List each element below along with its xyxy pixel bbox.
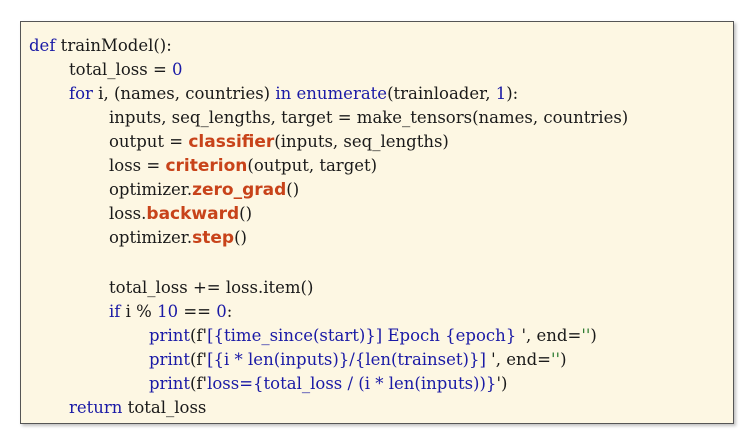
- code-panel: def trainModel(): total_loss = 0 for i, …: [20, 21, 734, 424]
- code-text: i %: [120, 302, 158, 321]
- code-text: loss =: [109, 156, 166, 175]
- fstring-content: [{time_since(start)}] Epoch {epoch}: [207, 326, 522, 345]
- code-text: ):: [506, 84, 519, 103]
- code-text: (inputs, seq_lengths): [274, 132, 449, 151]
- code-text: :: [226, 302, 233, 321]
- code-text: (f': [189, 326, 208, 345]
- highlight-classifier: classifier: [188, 132, 275, 152]
- code-text: ==: [178, 302, 217, 321]
- code-line-if: if i % 10 == 0:: [109, 300, 232, 324]
- builtin-print: print: [149, 350, 190, 369]
- number-literal: 0: [172, 60, 183, 79]
- code-text: (output, target): [247, 156, 378, 175]
- code-text: (trainloader,: [387, 84, 496, 103]
- function-signature: trainModel():: [55, 36, 172, 55]
- code-text: ', end=: [491, 350, 551, 369]
- code-line-print-epoch: print(f'[{time_since(start)}] Epoch {epo…: [149, 324, 597, 348]
- code-text: loss.: [109, 204, 147, 223]
- code-text: total_loss += loss.item(): [109, 278, 314, 297]
- code-line-loss: loss = criterion(output, target): [109, 154, 377, 178]
- fstring-content: [{i * len(inputs)}/{len(trainset)}]: [207, 350, 492, 369]
- code-line-print-progress: print(f'[{i * len(inputs)}/{len(trainset…: [149, 348, 567, 372]
- code-line-zero-grad: optimizer.zero_grad(): [109, 178, 299, 202]
- string-literal: '': [550, 350, 561, 369]
- code-text: ', end=: [521, 326, 582, 345]
- code-text: inputs, seq_lengths, target = make_tenso…: [109, 108, 629, 127]
- code-text: (): [239, 204, 253, 223]
- highlight-step: step: [192, 228, 235, 248]
- builtin-print: print: [149, 326, 190, 345]
- code-line-output: output = classifier(inputs, seq_lengths): [109, 130, 449, 154]
- code-text: ): [560, 350, 567, 369]
- number-literal: 0: [216, 302, 227, 321]
- code-line-def: def trainModel():: [29, 34, 172, 58]
- fstring-content: loss={total_loss / (i * len(inputs))}: [207, 374, 497, 393]
- keyword-return: return: [69, 398, 123, 417]
- builtin-enumerate: enumerate: [291, 84, 388, 103]
- code-line-for: for i, (names, countries) in enumerate(t…: [69, 82, 518, 106]
- code-line-total-loss-add: total_loss += loss.item(): [109, 276, 313, 300]
- code-line-step: optimizer.step(): [109, 226, 247, 250]
- code-line-total-loss-init: total_loss = 0: [69, 58, 183, 82]
- code-text: '): [496, 374, 508, 393]
- code-text: (f': [189, 350, 208, 369]
- code-text: optimizer.: [109, 228, 193, 247]
- code-line-return: return total_loss: [69, 396, 206, 420]
- code-text: (f': [189, 374, 208, 393]
- code-text: output =: [109, 132, 189, 151]
- code-line-make-tensors: inputs, seq_lengths, target = make_tenso…: [109, 106, 628, 130]
- highlight-zero-grad: zero_grad: [192, 180, 287, 200]
- highlight-backward: backward: [146, 204, 240, 224]
- code-text: total_loss: [122, 398, 207, 417]
- number-literal: 10: [157, 302, 179, 321]
- code-text: i, (names, countries): [92, 84, 276, 103]
- code-text: (): [234, 228, 247, 247]
- code-text: ): [590, 326, 597, 345]
- keyword-for: for: [69, 84, 93, 103]
- code-line-backward: loss.backward(): [109, 202, 252, 226]
- highlight-criterion: criterion: [165, 156, 248, 176]
- keyword-def: def: [29, 36, 56, 55]
- code-line-print-loss: print(f'loss={total_loss / (i * len(inpu…: [149, 372, 507, 396]
- code-text: optimizer.: [109, 180, 193, 199]
- number-literal: 1: [495, 84, 507, 103]
- code-text: (): [286, 180, 300, 199]
- builtin-print: print: [149, 374, 190, 393]
- keyword-if: if: [109, 302, 121, 321]
- keyword-in: in: [275, 84, 292, 103]
- code-text: total_loss =: [69, 60, 173, 79]
